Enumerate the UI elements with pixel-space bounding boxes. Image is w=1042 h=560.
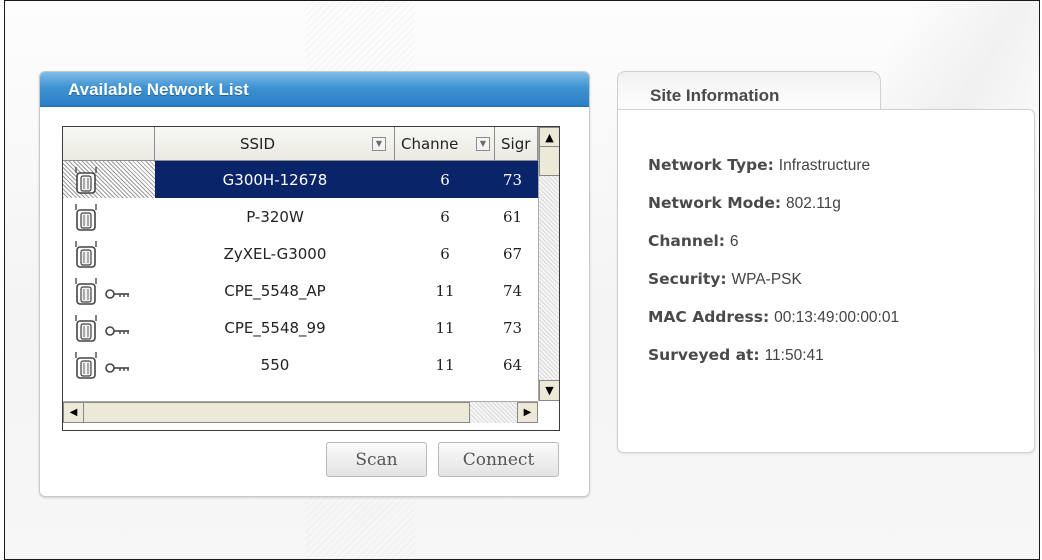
column-header-signal[interactable]: Sigr [495, 127, 538, 161]
row-icon-cell [63, 161, 155, 198]
column-header-ssid[interactable]: SSID ▼ [155, 127, 395, 161]
signal-cell: 73 [503, 318, 523, 337]
scroll-thumb[interactable] [539, 146, 559, 176]
access-point-icon [73, 351, 99, 379]
ssid-cell: 550 [260, 355, 290, 374]
scroll-right-button[interactable]: ▶ [517, 402, 538, 423]
key-icon [105, 286, 129, 299]
field-value: 6 [729, 233, 739, 250]
key-icon [105, 360, 129, 373]
key-icon [105, 323, 129, 336]
scroll-down-button[interactable]: ▼ [539, 380, 559, 401]
column-header-channel-label: Channe [401, 134, 459, 153]
signal-cell: 74 [503, 281, 523, 300]
sort-dropdown-icon[interactable]: ▼ [476, 137, 490, 151]
table-row[interactable]: ZyXEL-G3000 6 67 [63, 235, 538, 272]
security-field: Security: WPA-PSK [648, 270, 802, 289]
field-label: Network Type: [648, 156, 774, 174]
access-point-icon [73, 166, 99, 194]
channel-cell: 6 [440, 207, 450, 226]
field-label: Network Mode: [648, 194, 782, 212]
access-point-icon [73, 240, 99, 268]
channel-cell: 11 [435, 318, 455, 337]
access-point-icon [73, 203, 99, 231]
row-icon-cell [63, 309, 155, 346]
signal-cell: 73 [495, 161, 538, 198]
signal-cell: 64 [503, 355, 523, 374]
site-information-panel: Network Type: Infrastructure Network Mod… [617, 109, 1035, 453]
app-frame: Available Network List SSID ▼ Channe ▼ S… [4, 0, 1040, 560]
field-value: WPA-PSK [731, 271, 802, 288]
row-icon-cell [63, 198, 155, 235]
surveyed-at-field: Surveyed at: 11:50:41 [648, 346, 824, 365]
field-value: 11:50:41 [764, 347, 824, 364]
row-icon-cell [63, 272, 155, 309]
network-table[interactable]: SSID ▼ Channe ▼ Sigr G300H-12678 6 73 P-320… [62, 126, 560, 431]
table-row[interactable]: 550 11 64 [63, 346, 538, 383]
channel-cell: 11 [435, 281, 455, 300]
scan-button[interactable]: Scan [326, 442, 427, 477]
field-value: 00:13:49:00:00:01 [774, 309, 900, 326]
ssid-cell: P-320W [246, 207, 304, 226]
column-header-icon[interactable] [63, 127, 155, 161]
access-point-icon [73, 277, 99, 305]
table-row[interactable]: P-320W 6 61 [63, 198, 538, 235]
ssid-cell: CPE_5548_AP [224, 281, 326, 300]
scroll-up-button[interactable]: ▲ [539, 127, 559, 148]
ssid-cell: CPE_5548_99 [224, 318, 326, 337]
connect-button[interactable]: Connect [438, 442, 559, 477]
column-header-signal-label: Sigr [501, 134, 531, 153]
field-value: Infrastructure [778, 157, 871, 174]
field-value: 802.11g [786, 195, 841, 212]
mac-address-field: MAC Address: 00:13:49:00:00:01 [648, 308, 899, 327]
horizontal-scrollbar[interactable]: ◀ ▶ [63, 401, 538, 423]
channel-field: Channel: 6 [648, 232, 739, 251]
table-row[interactable]: CPE_5548_AP 11 74 [63, 272, 538, 309]
channel-cell: 6 [395, 161, 495, 198]
access-point-icon [73, 314, 99, 342]
channel-cell: 11 [435, 355, 455, 374]
signal-cell: 61 [503, 207, 523, 226]
horizontal-scroll-thumb[interactable] [83, 402, 470, 423]
ssid-cell: ZyXEL-G3000 [223, 244, 327, 263]
channel-cell: 6 [440, 244, 450, 263]
sort-dropdown-icon[interactable]: ▼ [372, 137, 386, 151]
field-label: MAC Address: [648, 308, 770, 326]
site-information-tab[interactable]: Site Information [617, 71, 881, 114]
network-mode-field: Network Mode: 802.11g [648, 194, 841, 213]
field-label: Security: [648, 270, 727, 288]
vertical-scrollbar[interactable]: ▲ ▼ [538, 127, 559, 401]
panel-title: Available Network List [68, 80, 249, 99]
column-header-channel[interactable]: Channe ▼ [395, 127, 495, 161]
field-label: Surveyed at: [648, 346, 760, 364]
table-row[interactable]: CPE_5548_99 11 73 [63, 309, 538, 346]
field-label: Channel: [648, 232, 725, 250]
available-network-list-panel: Available Network List SSID ▼ Channe ▼ S… [39, 71, 590, 497]
column-header-ssid-label: SSID [239, 134, 276, 153]
panel-header: Available Network List [40, 72, 589, 107]
table-header: SSID ▼ Channe ▼ Sigr [63, 127, 538, 161]
row-icon-cell [63, 235, 155, 272]
network-type-field: Network Type: Infrastructure [648, 156, 870, 175]
site-information-title: Site Information [650, 86, 780, 105]
row-icon-cell [63, 346, 155, 383]
table-row[interactable]: G300H-12678 6 73 [63, 161, 538, 198]
scroll-left-button[interactable]: ◀ [63, 402, 84, 423]
signal-cell: 67 [503, 244, 523, 263]
ssid-cell: G300H-12678 [155, 161, 395, 198]
